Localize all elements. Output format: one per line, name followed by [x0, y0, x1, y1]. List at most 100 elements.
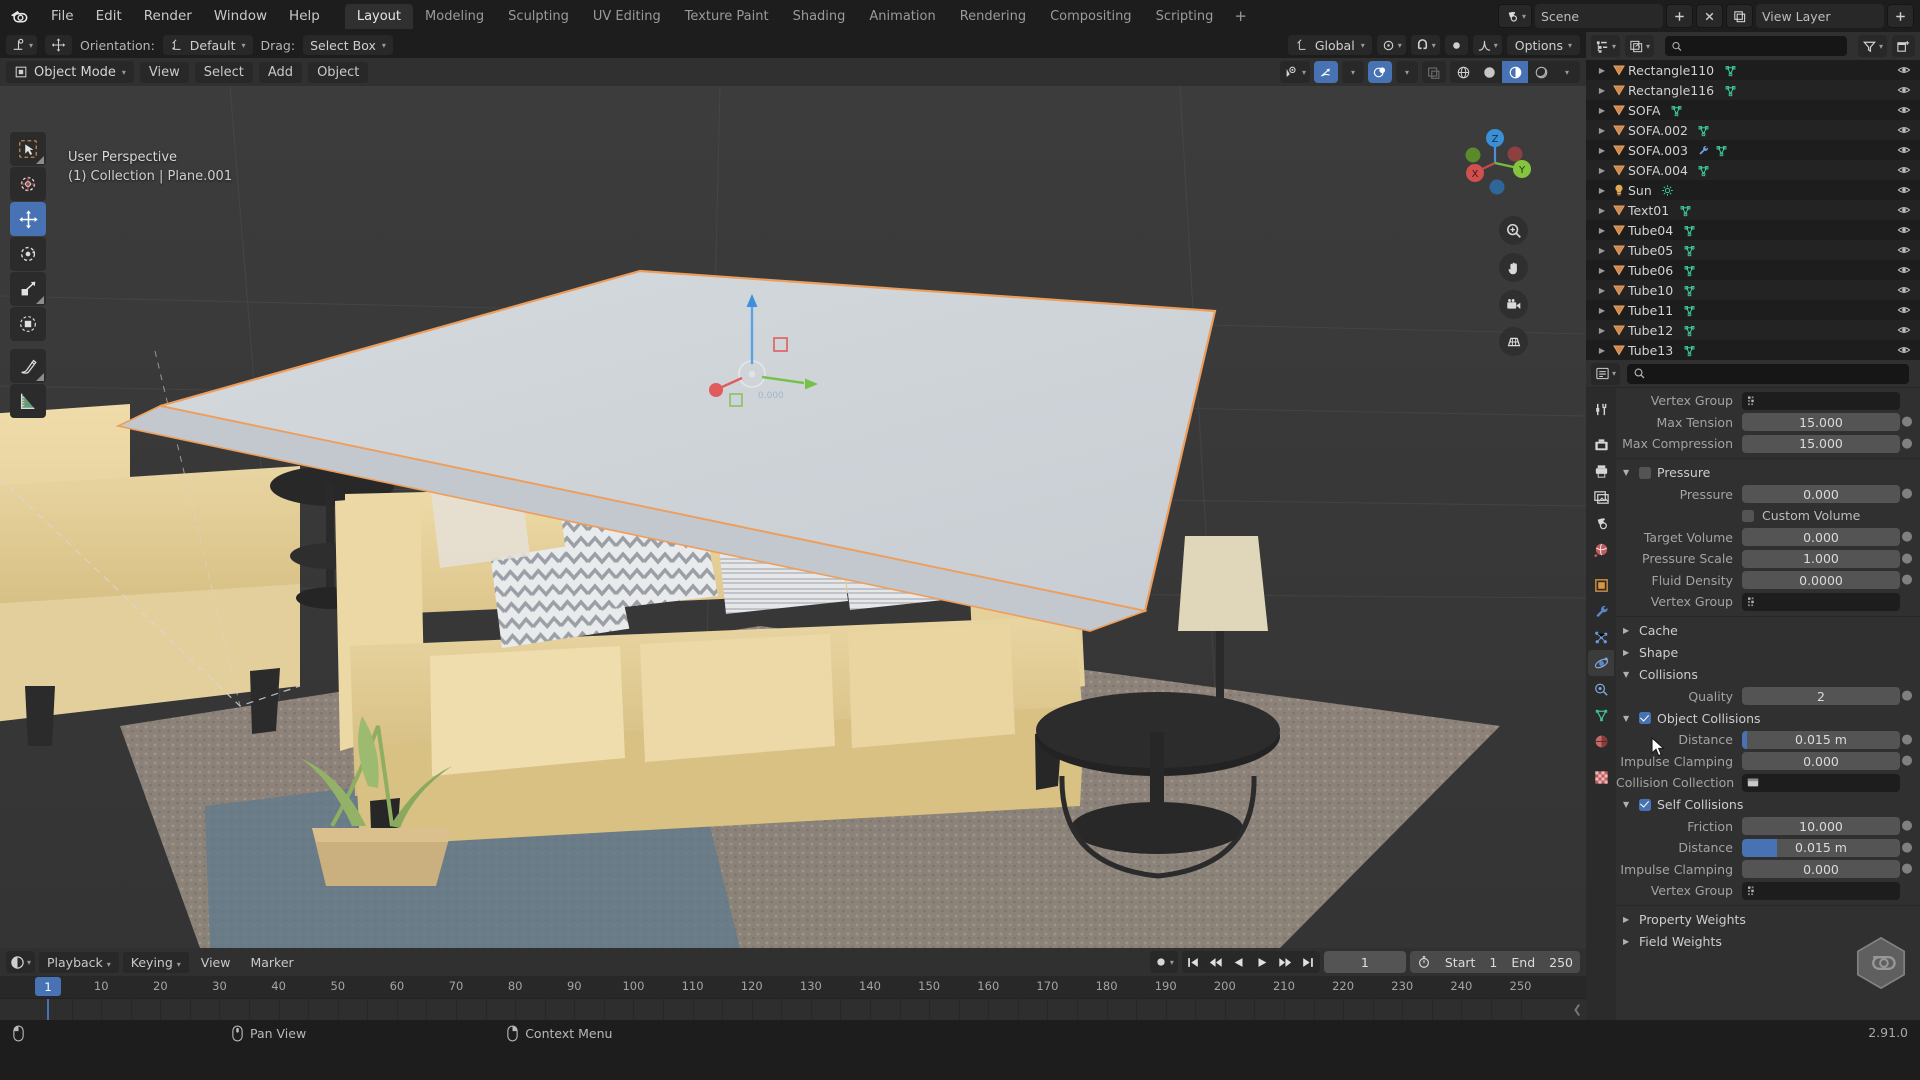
object-data-icon[interactable]: [1677, 204, 1693, 217]
tool-measure[interactable]: [10, 384, 46, 418]
visibility-eye-icon[interactable]: [1897, 143, 1911, 157]
object-data-icon[interactable]: [1722, 64, 1738, 77]
orientation-dropdown[interactable]: Default ▾: [163, 35, 253, 55]
next-keyframe-button[interactable]: [1274, 951, 1297, 973]
hide-in-viewport-toggle[interactable]: [1897, 143, 1911, 161]
timeline-scroll-right-icon[interactable]: ❮: [1573, 1003, 1582, 1016]
frame-end-field[interactable]: End 250: [1504, 951, 1580, 973]
interaction-mode-dropdown[interactable]: Object Mode ▾: [6, 61, 134, 83]
viewport-menu-object[interactable]: Object: [308, 62, 368, 83]
transform-pivot-dropdown[interactable]: Global ▾: [1288, 35, 1372, 55]
xray-toggle-button[interactable]: [1422, 61, 1446, 83]
object-collisions-section-header[interactable]: ▼ Object Collisions: [1616, 707, 1920, 729]
outliner-editor-type-button[interactable]: ▾: [1591, 35, 1620, 57]
previous-keyframe-button[interactable]: [1205, 951, 1228, 973]
disclosure-triangle-icon[interactable]: ▶: [1594, 246, 1610, 255]
viewport-menu-add[interactable]: Add: [259, 62, 302, 83]
hide-in-viewport-toggle[interactable]: [1897, 183, 1911, 201]
constraints-properties-tab[interactable]: [1588, 676, 1614, 702]
shading-rendered-button[interactable]: [1528, 61, 1554, 83]
property-checkbox-row[interactable]: Custom Volume: [1616, 505, 1920, 527]
navigation-gizmo[interactable]: Z X Y: [1456, 124, 1534, 202]
timeline-editor-type-button[interactable]: ▾: [6, 951, 35, 973]
zoom-view-button[interactable]: [1499, 216, 1528, 245]
material-properties-tab[interactable]: [1588, 728, 1614, 754]
hide-in-viewport-toggle[interactable]: [1897, 103, 1911, 121]
disclosure-triangle-icon[interactable]: ▶: [1594, 126, 1610, 135]
toggle-camera-view-button[interactable]: [1499, 290, 1528, 319]
new-scene-button[interactable]: [1666, 4, 1693, 28]
timeline-editor[interactable]: ▾ Playback ▾ Keying ▾ View Marker ▾: [0, 948, 1586, 1020]
workspace-tab-layout[interactable]: Layout: [345, 4, 413, 29]
object-data-icon[interactable]: [1681, 324, 1697, 337]
property-value-field[interactable]: 15.000: [1742, 435, 1900, 453]
hide-in-viewport-toggle[interactable]: [1897, 223, 1911, 241]
outliner-row[interactable]: ▶ Rectangle116: [1586, 80, 1920, 100]
animate-property-dot[interactable]: ●: [1900, 821, 1914, 831]
animate-property-dot[interactable]: ●: [1900, 864, 1914, 874]
section-enable-checkbox[interactable]: [1639, 712, 1651, 724]
animate-property-dot[interactable]: ●: [1900, 756, 1914, 766]
animate-property-dot[interactable]: ●: [1900, 489, 1914, 499]
outliner-row[interactable]: ▶ Tube12: [1586, 320, 1920, 340]
outliner-object-name[interactable]: Rectangle116: [1628, 83, 1714, 98]
workspace-tab-modeling[interactable]: Modeling: [413, 4, 496, 29]
tool-cursor[interactable]: [10, 167, 46, 201]
workspace-tab-shading[interactable]: Shading: [781, 4, 858, 29]
outliner-object-name[interactable]: Tube12: [1628, 323, 1673, 338]
disclosure-triangle-icon[interactable]: ▶: [1594, 306, 1610, 315]
hide-in-viewport-toggle[interactable]: [1897, 123, 1911, 141]
object-data-icon[interactable]: [1681, 344, 1697, 357]
animate-property-dot[interactable]: ●: [1900, 691, 1914, 701]
property-value-field[interactable]: 1.000: [1742, 550, 1900, 568]
menu-render[interactable]: Render: [133, 5, 203, 27]
visibility-eye-icon[interactable]: [1897, 283, 1911, 297]
disclosure-triangle-icon[interactable]: ▶: [1594, 66, 1610, 75]
visibility-eye-icon[interactable]: [1897, 303, 1911, 317]
property-value-field[interactable]: 15.000: [1742, 413, 1900, 431]
tool-properties-tab[interactable]: [1588, 396, 1614, 422]
outliner-row[interactable]: ▶ Text01: [1586, 200, 1920, 220]
properties-editor[interactable]: ▾: [1586, 360, 1920, 1020]
visibility-eye-icon[interactable]: [1897, 183, 1911, 197]
shading-wireframe-button[interactable]: [1450, 61, 1476, 83]
disclosure-triangle-icon[interactable]: ▶: [1594, 226, 1610, 235]
hide-in-viewport-toggle[interactable]: [1897, 303, 1911, 321]
animate-property-dot[interactable]: ●: [1900, 554, 1914, 564]
menu-edit[interactable]: Edit: [85, 5, 133, 27]
toggle-orthographic-button[interactable]: [1499, 327, 1528, 356]
outliner-display-mode-button[interactable]: ▾: [1625, 35, 1654, 57]
jump-to-end-button[interactable]: [1297, 951, 1320, 973]
timeline-menu-view[interactable]: View: [193, 952, 239, 973]
visibility-eye-icon[interactable]: [1897, 223, 1911, 237]
frame-start-field[interactable]: Start 1: [1438, 951, 1505, 973]
outliner-editor[interactable]: ▾ ▾ ▾: [1586, 32, 1920, 360]
snapping-toggle-button[interactable]: ▾: [1411, 35, 1440, 55]
hide-in-viewport-toggle[interactable]: [1897, 63, 1911, 81]
animate-property-dot[interactable]: ●: [1900, 575, 1914, 585]
disclosure-triangle-icon[interactable]: ▶: [1594, 206, 1610, 215]
gizmo-options-dropdown[interactable]: ▾: [1342, 61, 1364, 83]
shading-solid-button[interactable]: [1476, 61, 1502, 83]
outliner-row[interactable]: ▶ Tube10: [1586, 280, 1920, 300]
object-data-icon[interactable]: [1681, 284, 1697, 297]
object-type-visibility-button[interactable]: ▾: [1280, 61, 1310, 83]
hide-in-viewport-toggle[interactable]: [1897, 83, 1911, 101]
viewport-menu-select[interactable]: Select: [195, 62, 253, 83]
outliner-object-name[interactable]: Sun: [1628, 183, 1652, 198]
remove-scene-button[interactable]: [1696, 4, 1723, 28]
outliner-object-name[interactable]: Tube05: [1628, 243, 1673, 258]
workspace-tab-animation[interactable]: Animation: [857, 4, 947, 29]
animate-property-dot[interactable]: ●: [1900, 735, 1914, 745]
disclosure-triangle-icon[interactable]: ▶: [1623, 915, 1633, 924]
hide-in-viewport-toggle[interactable]: [1897, 323, 1911, 341]
properties-panel-content[interactable]: Vertex Group Max Tension 15.000 ● Max Co…: [1616, 388, 1920, 1020]
pressure-section-header[interactable]: ▼ Pressure: [1616, 462, 1920, 484]
data-properties-tab[interactable]: [1588, 702, 1614, 728]
scene-browse-button[interactable]: ▾: [1498, 4, 1532, 28]
outliner-row[interactable]: ▶ Tube05: [1586, 240, 1920, 260]
tool-annotate[interactable]: [10, 349, 46, 383]
property-value-field[interactable]: 10.000: [1742, 817, 1900, 835]
workspace-tab-scripting[interactable]: Scripting: [1144, 4, 1226, 29]
outliner-row[interactable]: ▶ Tube04: [1586, 220, 1920, 240]
